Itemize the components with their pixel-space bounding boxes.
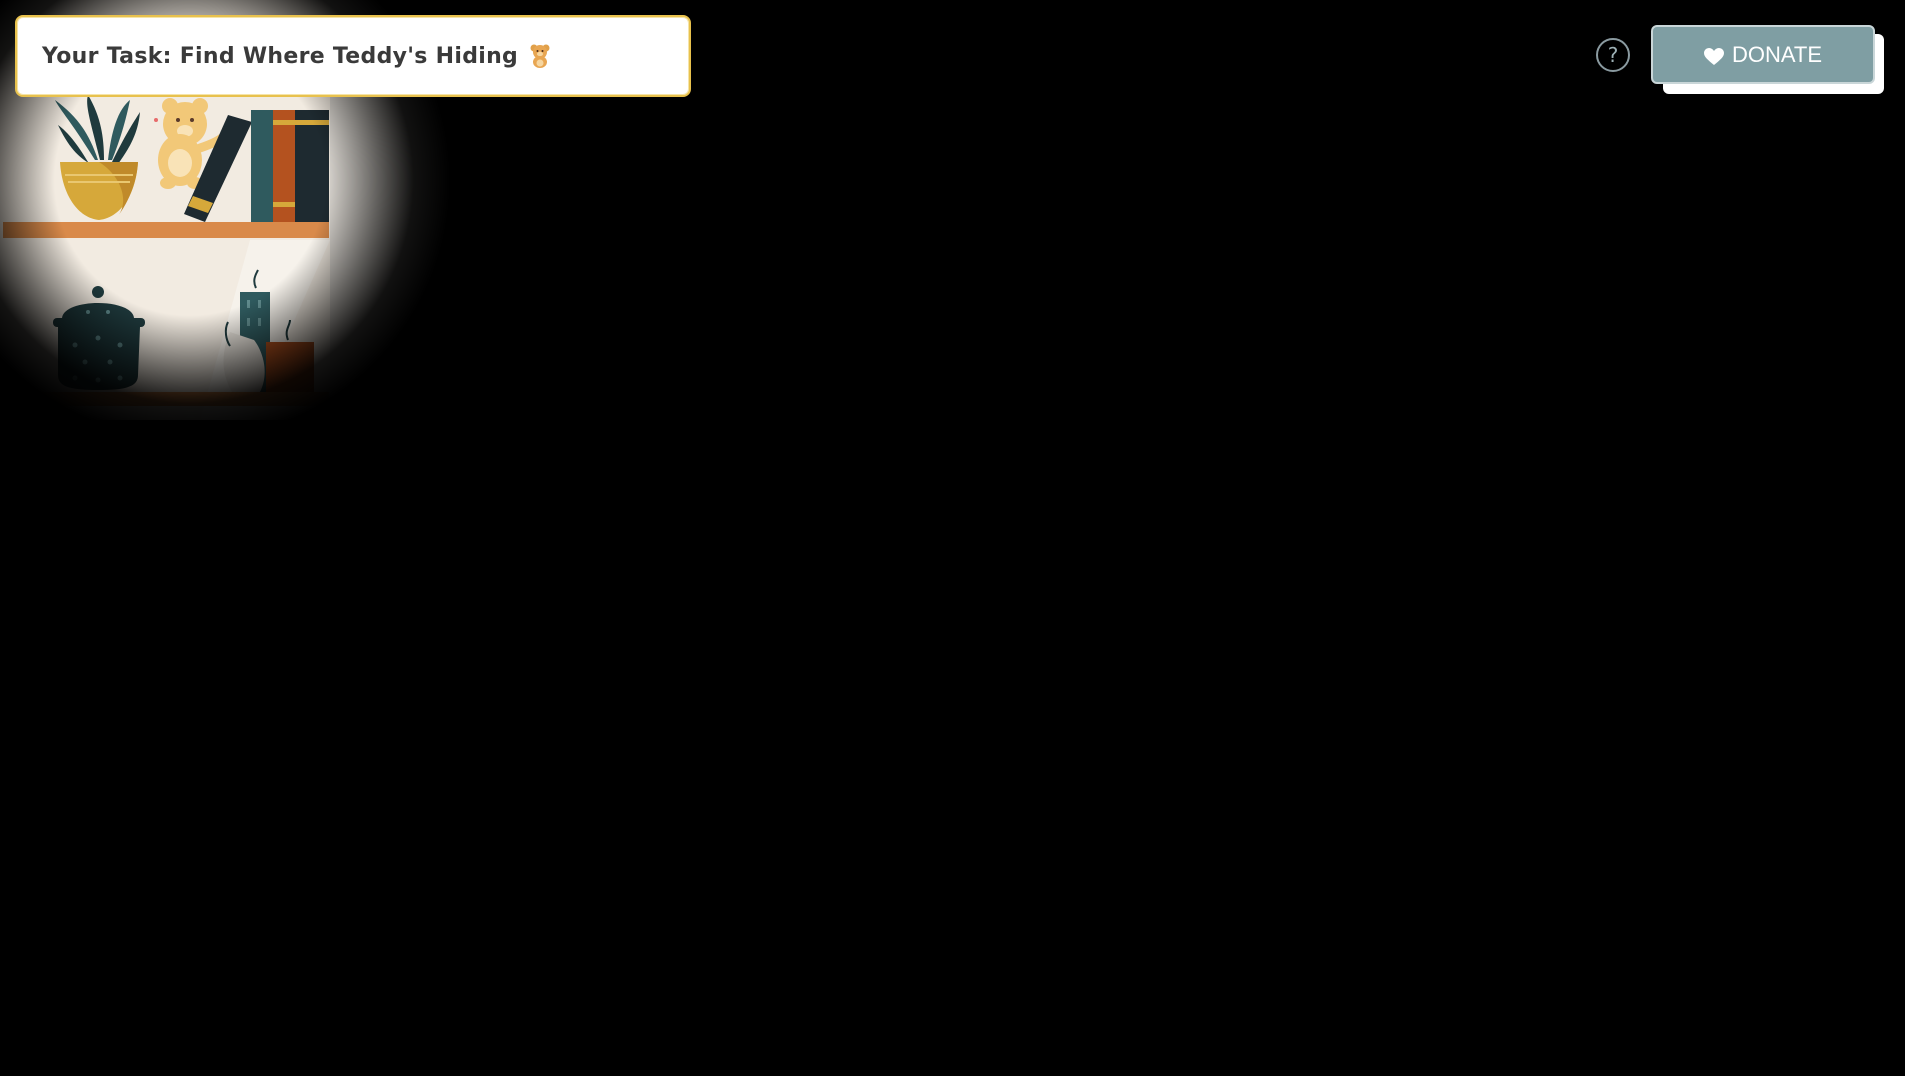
donate-button[interactable]: DONATE [1651,25,1875,84]
help-button[interactable]: ? [1596,38,1630,72]
game-stage[interactable]: Your Task: Find Where Teddy's Hiding ? D… [0,0,1905,1076]
hidden-object-scene[interactable] [0,0,1905,1076]
bottom-shelf [3,392,329,406]
scene-illustration [0,0,450,420]
top-shelf [3,222,329,238]
donate-label: DONATE [1731,41,1823,67]
task-label: Your Task: Find Where Teddy's Hiding [42,43,519,69]
heart-icon [1703,46,1724,65]
teddy-bear-icon [528,43,552,69]
standing-books[interactable] [251,110,329,222]
task-banner: Your Task: Find Where Teddy's Hiding [15,15,691,97]
